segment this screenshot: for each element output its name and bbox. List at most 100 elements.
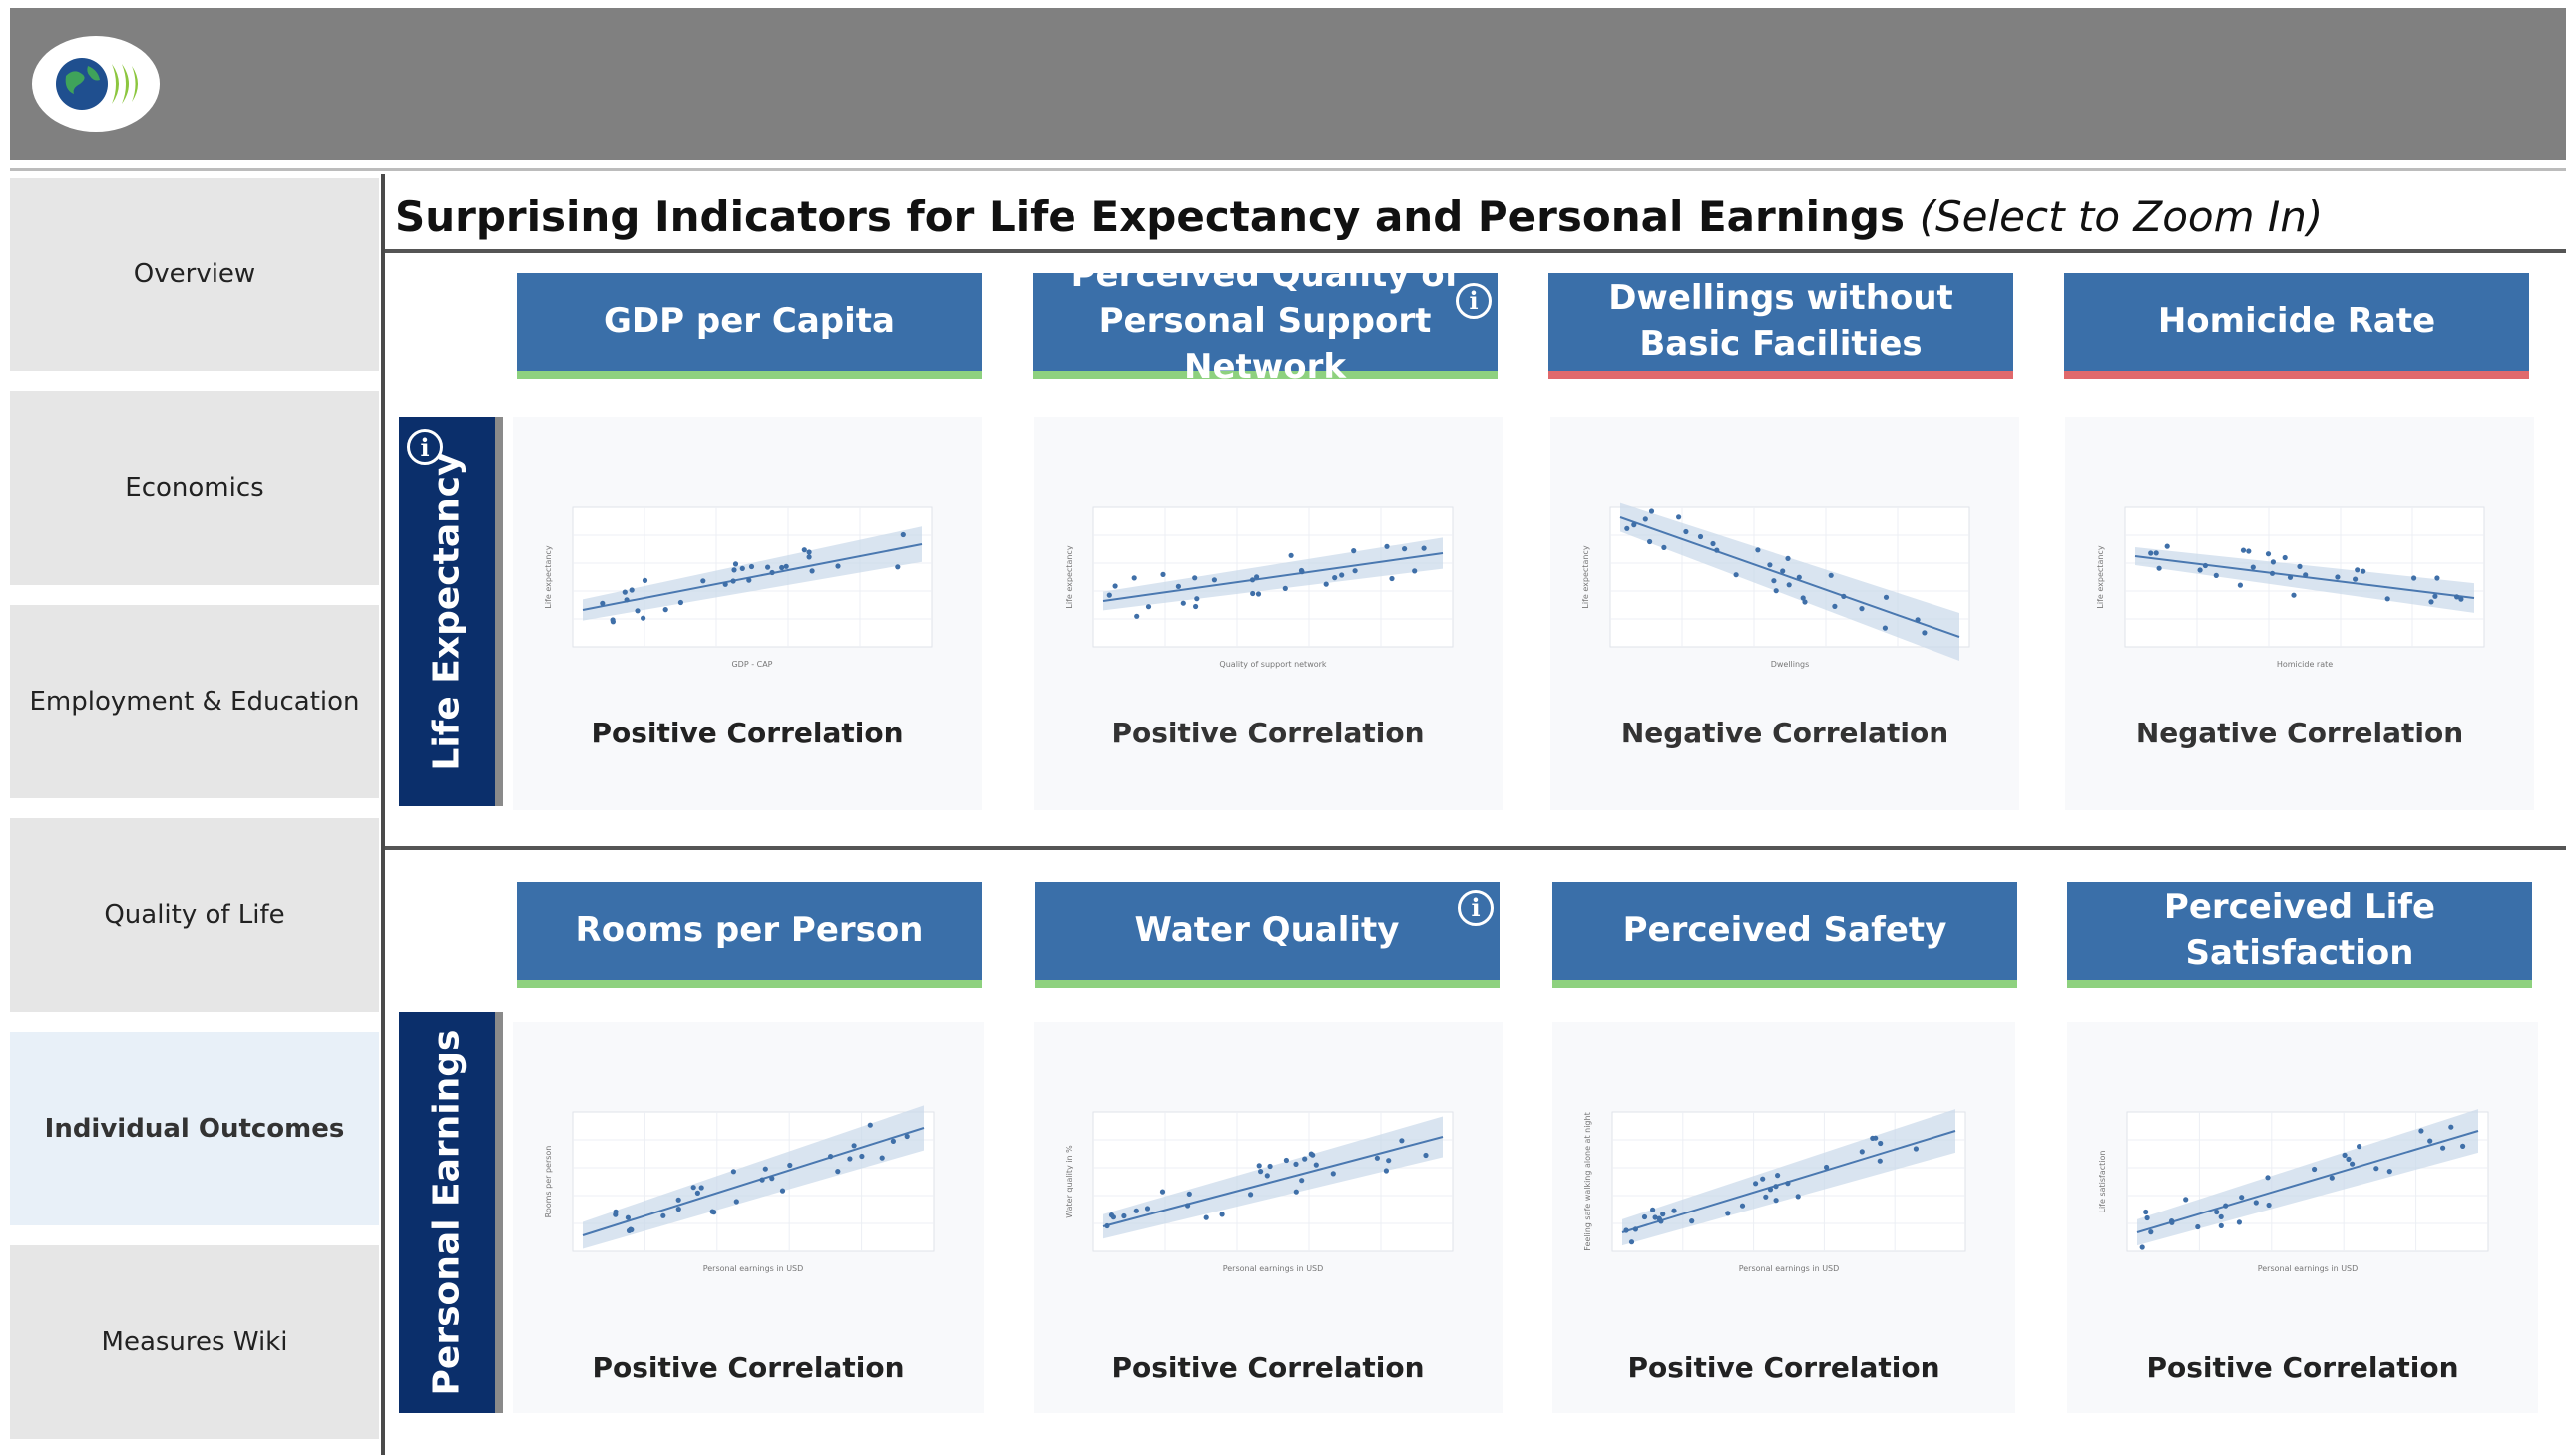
scatter-point bbox=[629, 587, 635, 593]
scatter-point bbox=[675, 1207, 681, 1212]
scatter-point bbox=[1193, 603, 1199, 610]
chart-panel-gdp[interactable]: GDP - CAP Life expectancy Positive Correla… bbox=[513, 417, 982, 810]
scatter-point bbox=[2239, 1195, 2245, 1201]
scatter-point bbox=[1628, 1239, 1635, 1245]
chart-panel-safety[interactable]: Personal earnings in USD Feeling safe wal… bbox=[1552, 1022, 2015, 1413]
scatter-point bbox=[1211, 577, 1217, 583]
sidebar-item-economics[interactable]: Economics bbox=[10, 391, 379, 585]
scatter-point bbox=[2291, 592, 2297, 598]
card-title: Perceived Quality of Personal Support Ne… bbox=[1071, 255, 1460, 387]
oecd-logo[interactable] bbox=[32, 36, 160, 132]
card-header-homicide-rate[interactable]: Homicide Rate bbox=[2064, 273, 2529, 379]
scatter-point bbox=[2440, 1145, 2446, 1151]
banner-divider bbox=[10, 168, 2566, 171]
sidebar-item-overview[interactable]: Overview bbox=[10, 178, 379, 371]
scatter-point bbox=[1642, 516, 1648, 522]
scatter-point bbox=[2253, 1200, 2259, 1206]
scatter-point bbox=[1299, 1178, 1305, 1184]
scatter-point bbox=[1256, 1163, 1262, 1169]
scatter-point bbox=[1374, 1155, 1380, 1161]
scatter-point bbox=[635, 608, 641, 614]
scatter-point bbox=[1683, 528, 1689, 535]
scatter-point bbox=[806, 554, 812, 560]
scatter-point bbox=[1293, 1189, 1299, 1195]
scatter-point bbox=[2202, 562, 2208, 569]
scatter-point bbox=[1859, 606, 1865, 612]
card-header-dwellings[interactable]: Dwellings without Basic Facilities bbox=[1548, 273, 2013, 379]
scatter-point bbox=[1144, 1206, 1151, 1212]
x-axis-label: Personal earnings in USD bbox=[1739, 1264, 1840, 1273]
scatter-point bbox=[2269, 570, 2276, 576]
sidebar-item-measures-wiki[interactable]: Measures Wiki bbox=[10, 1245, 379, 1439]
scatter-point bbox=[2265, 551, 2272, 557]
scatter-point bbox=[2342, 1152, 2348, 1158]
scatter-point bbox=[1773, 1184, 1779, 1190]
scatter-point bbox=[733, 1199, 739, 1205]
chart-panel-water[interactable]: Personal earnings in USD Water quality in… bbox=[1034, 1022, 1503, 1413]
chart-panel-life-satisfaction[interactable]: Personal earnings in USD Life satisfactio… bbox=[2067, 1022, 2538, 1413]
chart-panel-support-network[interactable]: Quality of support network Life expectanc… bbox=[1034, 417, 1503, 810]
card-header-gdp-per-capita[interactable]: GDP per Capita bbox=[517, 273, 982, 379]
card-header-support-network[interactable]: Perceived Quality of Personal Support Ne… bbox=[1033, 255, 1498, 387]
scatter-point bbox=[2218, 1222, 2224, 1228]
scatter-point bbox=[1203, 1214, 1209, 1220]
scatter-point bbox=[2183, 1197, 2189, 1203]
scatter-point bbox=[694, 1190, 700, 1196]
scatter-point bbox=[1767, 1187, 1774, 1193]
scatter-point bbox=[2153, 550, 2159, 556]
scatter-point bbox=[1883, 594, 1890, 600]
row-divider bbox=[385, 846, 2566, 850]
scatter-point bbox=[828, 1154, 834, 1160]
info-icon[interactable]: i bbox=[1458, 890, 1494, 926]
card-header-life-satisfaction[interactable]: Perceived Life Satisfaction bbox=[2067, 882, 2532, 988]
scatter-point bbox=[847, 1156, 853, 1162]
scatter-point bbox=[769, 1176, 775, 1182]
scatter-point bbox=[1308, 1151, 1314, 1157]
scatter-point bbox=[1330, 1171, 1336, 1177]
x-axis-label: Personal earnings in USD bbox=[1223, 1264, 1324, 1273]
scatter-point bbox=[1288, 552, 1294, 558]
scatter-point bbox=[1661, 544, 1667, 550]
scatter-point bbox=[1160, 571, 1166, 577]
card-header-rooms-per-person[interactable]: Rooms per Person bbox=[517, 882, 982, 988]
scatter-point bbox=[806, 549, 812, 555]
scatter-chart: Personal earnings in USD Feeling safe wal… bbox=[1583, 1109, 1966, 1273]
scatter-point bbox=[1671, 1208, 1677, 1213]
scatter-point bbox=[1922, 630, 1928, 636]
sidebar-item-quality-of-life[interactable]: Quality of Life bbox=[10, 818, 379, 1012]
card-title: Perceived Life Satisfaction bbox=[2163, 887, 2436, 973]
chart-panel-dwellings[interactable]: Dwellings Life expectancy Negative Correla… bbox=[1550, 417, 2019, 810]
scatter-point bbox=[1650, 1207, 1656, 1212]
scatter-point bbox=[890, 1138, 896, 1144]
scatter-point bbox=[1660, 1212, 1666, 1217]
scatter-point bbox=[1760, 1176, 1766, 1182]
info-icon[interactable]: i bbox=[1456, 283, 1492, 319]
scatter-point bbox=[1159, 1189, 1166, 1195]
card-header-water-quality[interactable]: Water Quality i bbox=[1035, 882, 1500, 988]
scatter-point bbox=[1302, 1156, 1308, 1162]
sidebar-item-employment-education[interactable]: Employment & Education bbox=[10, 605, 379, 798]
scatter-point bbox=[700, 578, 706, 584]
row-label-life-expectancy: i Life Expectancy bbox=[399, 417, 503, 806]
scatter-point bbox=[2357, 1144, 2362, 1150]
chart-panel-rooms[interactable]: Personal earnings in USD Rooms per person… bbox=[513, 1022, 984, 1413]
scatter-point bbox=[2418, 1128, 2424, 1134]
chart-panel-homicide[interactable]: Homicide rate Life expectancy Negative Cor… bbox=[2065, 417, 2534, 810]
row-label-text: Life Expectancy bbox=[426, 452, 468, 771]
scatter-point bbox=[1873, 1135, 1879, 1141]
scatter-point bbox=[1796, 574, 1802, 580]
scatter-point bbox=[732, 561, 739, 567]
scatter-point bbox=[2214, 1209, 2220, 1215]
scatter-point bbox=[1725, 1211, 1731, 1216]
sidebar-item-individual-outcomes[interactable]: Individual Outcomes bbox=[10, 1032, 379, 1225]
scatter-point bbox=[2266, 1202, 2272, 1209]
scatter-point bbox=[1389, 575, 1395, 582]
card-header-perceived-safety[interactable]: Perceived Safety bbox=[1552, 882, 2017, 988]
page-title: Surprising Indicators for Life Expectanc… bbox=[395, 192, 2323, 241]
scatter-point bbox=[709, 1209, 715, 1214]
scatter-point bbox=[779, 1188, 786, 1194]
scatter-point bbox=[730, 578, 736, 584]
scatter-point bbox=[1383, 1168, 1389, 1174]
scatter-point bbox=[1641, 1213, 1648, 1220]
scatter-point bbox=[809, 568, 815, 574]
